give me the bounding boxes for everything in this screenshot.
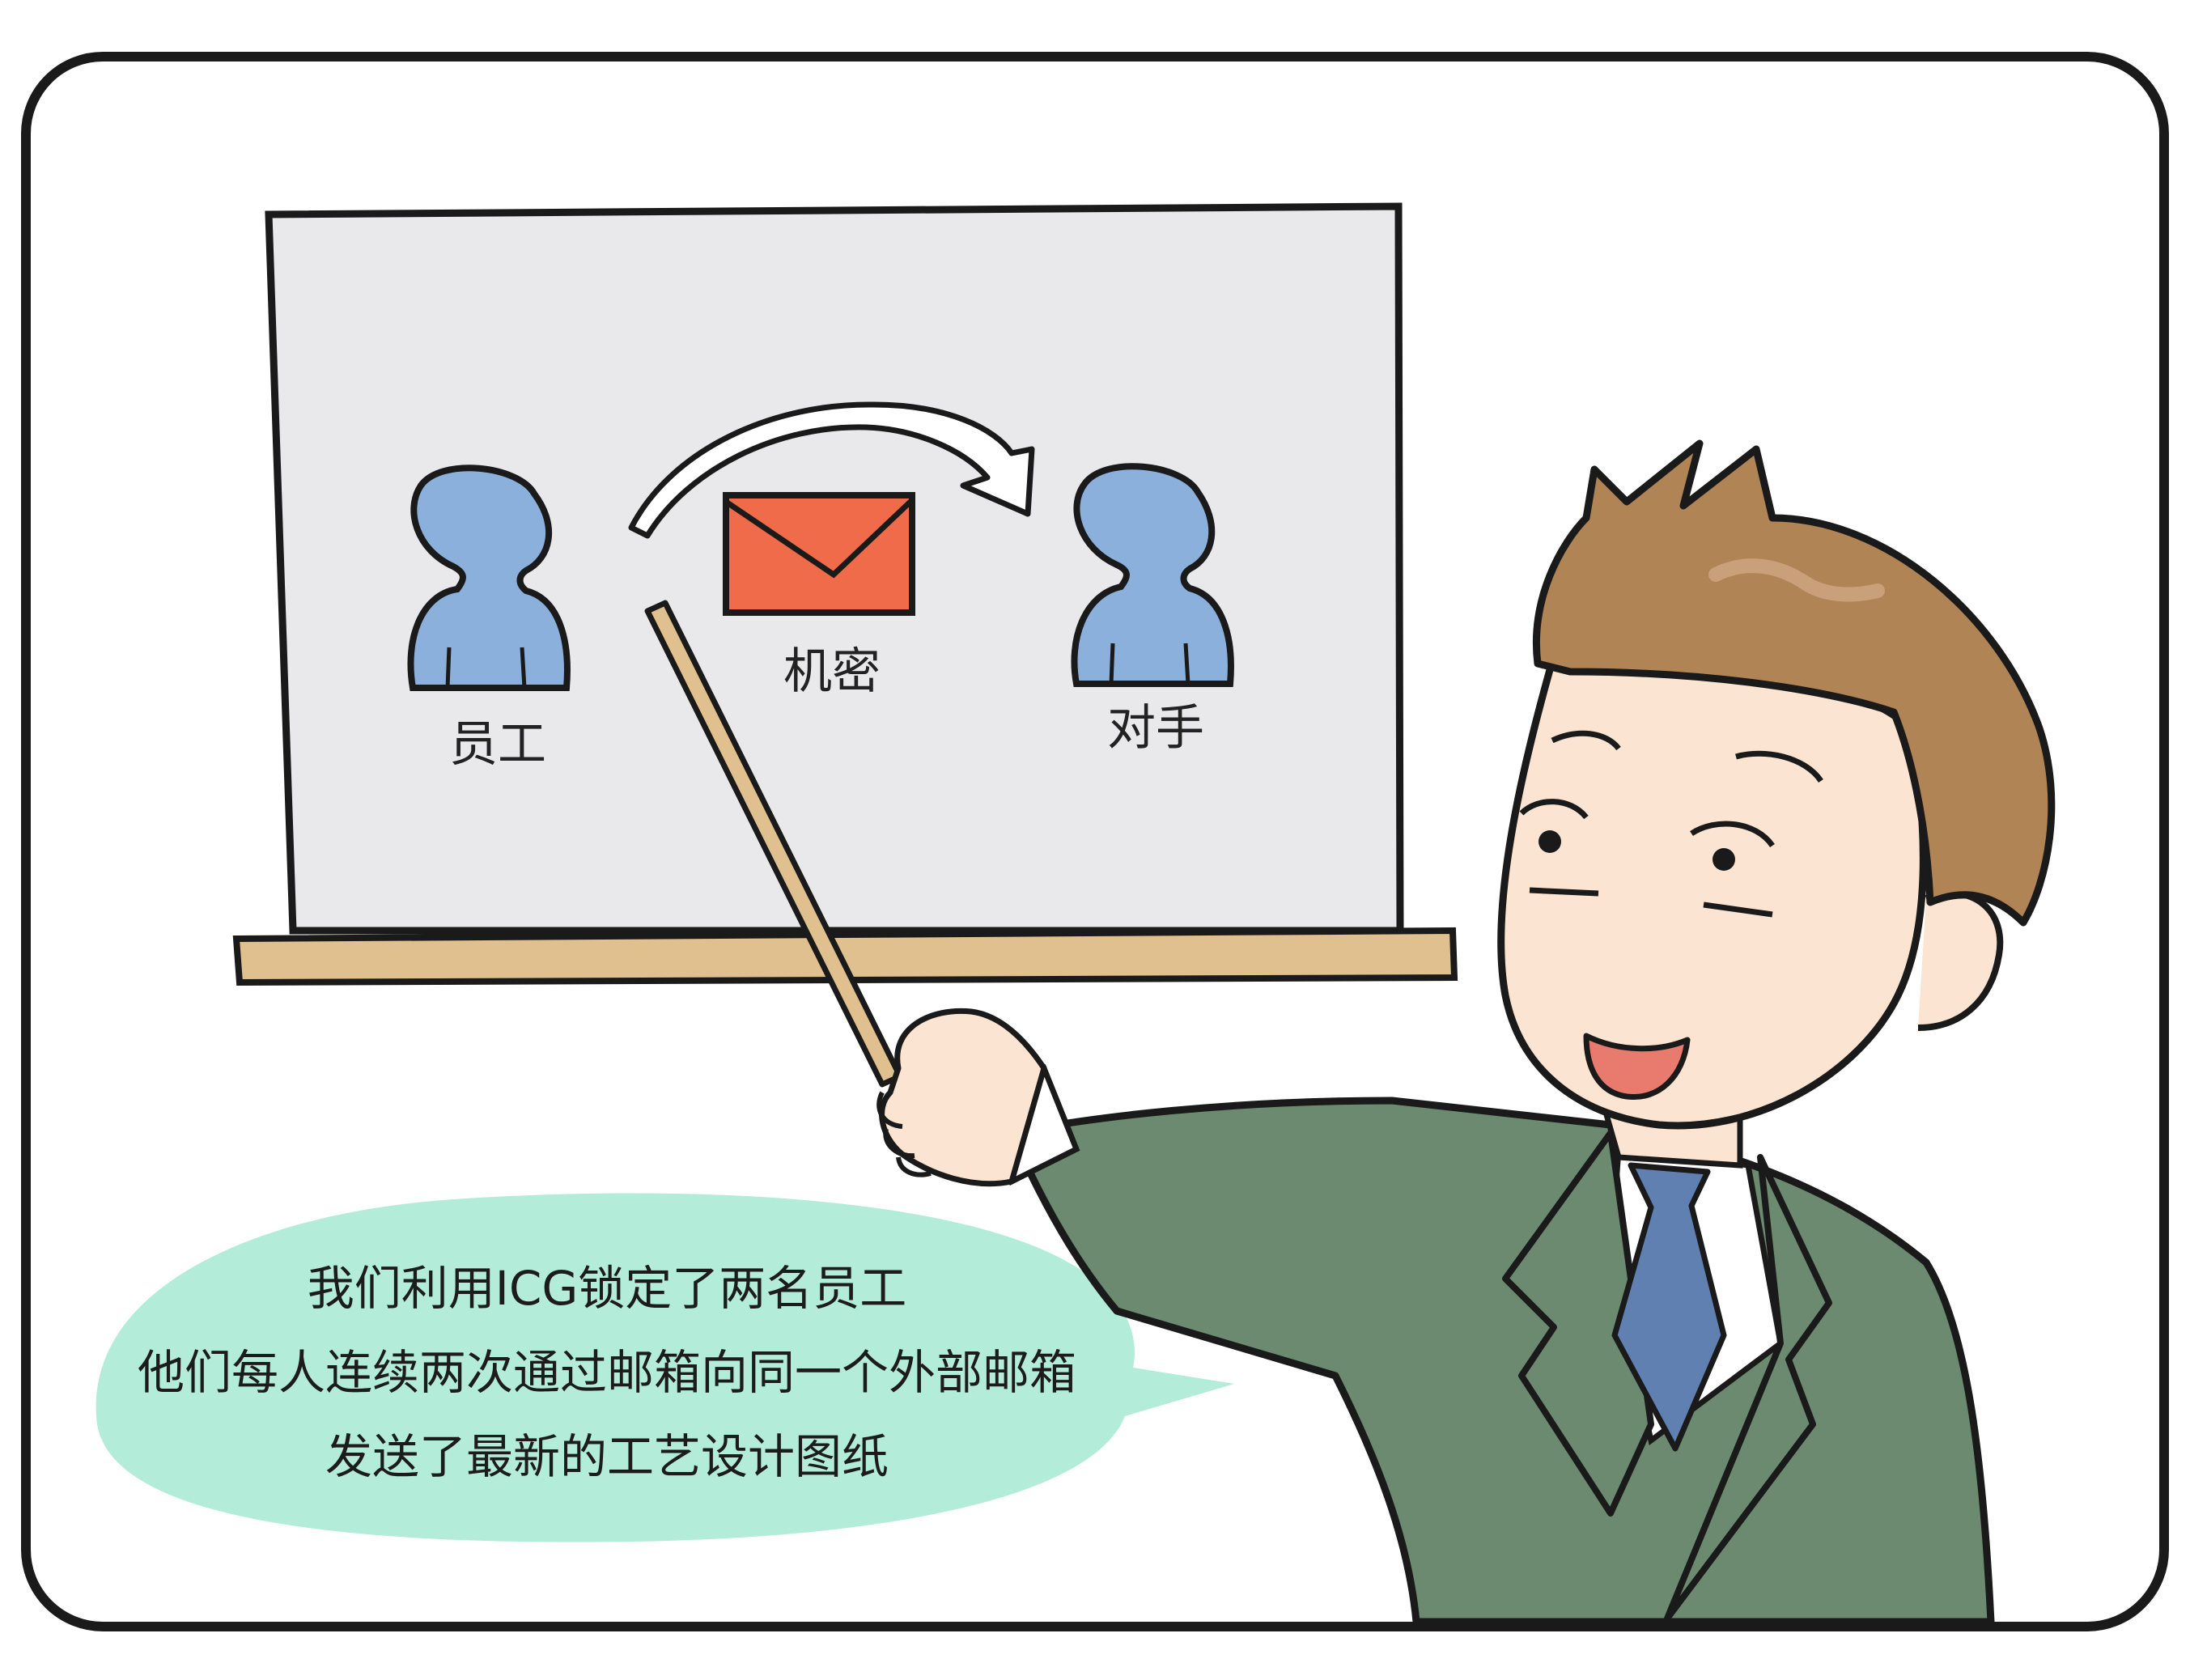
employee-label: 员工 [449,716,546,773]
rival-label: 对手 [1107,700,1204,757]
speech-line-3: 发送了最新的工艺设计图纸 [325,1429,889,1484]
envelope-icon [723,492,915,616]
secret-label: 机密 [783,643,881,700]
speech-line-1: 我们利用ICG锁定了两名员工 [307,1261,907,1316]
right-eye [1713,848,1735,871]
speech-bubble-text: 我们利用ICG锁定了两名员工 他们每人连续两次通过邮箱向同一个外部邮箱 发送了最… [97,1246,1117,1499]
speech-line-2: 他们每人连续两次通过邮箱向同一个外部邮箱 [137,1345,1076,1400]
left-eye [1539,830,1561,853]
